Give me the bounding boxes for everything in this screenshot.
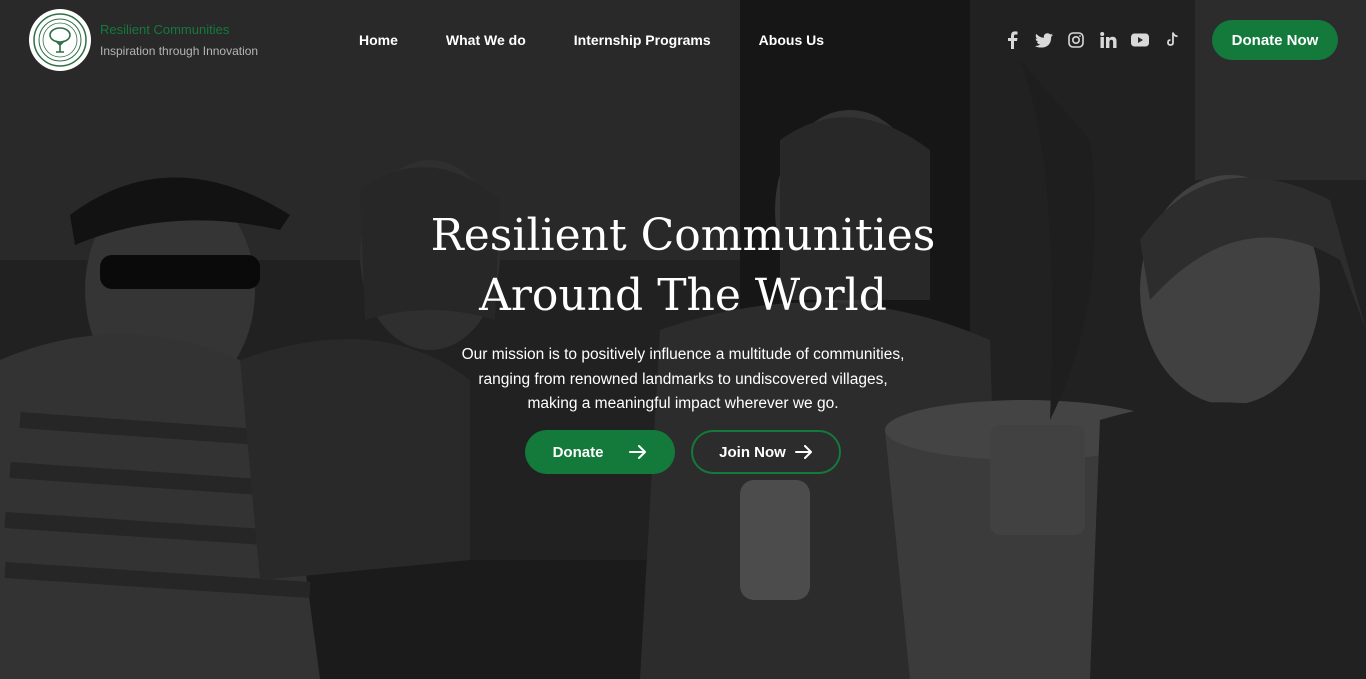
hero-title: Resilient Communities Around The World [283, 206, 1083, 326]
arrow-right-icon [794, 445, 813, 459]
tiktok-icon[interactable] [1163, 30, 1181, 50]
nav-about-us[interactable]: Abous Us [759, 31, 824, 49]
logo-tree-icon [29, 9, 91, 71]
donate-button[interactable]: Donate [525, 430, 675, 474]
youtube-icon[interactable] [1131, 30, 1149, 50]
join-now-button-label: Join Now [719, 443, 786, 461]
arrow-right-icon [629, 445, 647, 459]
hero-overlay [0, 0, 1366, 679]
facebook-icon[interactable] [1003, 30, 1021, 50]
brand-logo[interactable]: Resilient Communities Inspiration throug… [29, 9, 258, 71]
hero-mission-text: Our mission is to positively influence a… [383, 343, 983, 417]
mission-line-2: ranging from renowned landmarks to undis… [478, 370, 888, 388]
brand-tagline: Inspiration through Innovation [100, 43, 259, 58]
brand-text: Resilient Communities Inspiration throug… [100, 22, 258, 59]
linkedin-icon[interactable] [1099, 30, 1117, 50]
nav-internship-programs[interactable]: Internship Programs [574, 31, 711, 49]
donate-now-button[interactable]: Donate Now [1212, 20, 1338, 60]
twitter-icon[interactable] [1035, 30, 1053, 50]
main-nav: Home What We do Internship Programs Abou… [359, 31, 824, 49]
join-now-button[interactable]: Join Now [691, 430, 841, 474]
mission-line-3: making a meaningful impact wherever we g… [527, 395, 839, 412]
hero-title-line-1: Resilient Communities [430, 210, 936, 261]
hero-cta-row: Donate Join Now [525, 430, 841, 474]
mission-line-1: Our mission is to positively influence a… [461, 346, 905, 363]
nav-home[interactable]: Home [359, 31, 398, 49]
nav-what-we-do[interactable]: What We do [446, 31, 526, 49]
hero-section: Resilient Communities Inspiration throug… [0, 0, 1366, 679]
instagram-icon[interactable] [1067, 30, 1085, 50]
brand-name: Resilient Communities [100, 21, 230, 37]
social-links [1003, 30, 1181, 50]
donate-button-label: Donate [552, 443, 604, 461]
hero-title-line-2: Around The World [479, 270, 887, 321]
